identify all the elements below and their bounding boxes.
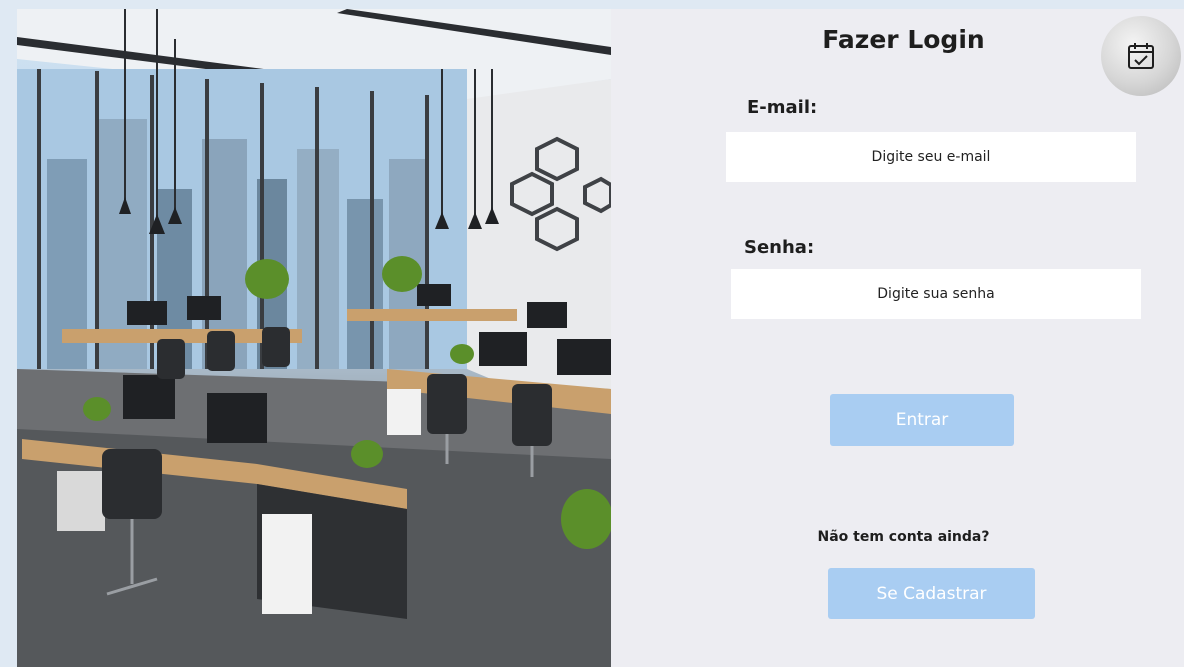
signup-prompt: Não tem conta ainda? (817, 529, 990, 545)
password-label: Senha: (744, 237, 815, 258)
password-input[interactable] (731, 269, 1141, 319)
office-hero-image (17, 9, 611, 667)
login-panel: Fazer Login E-mail: Senha: Entrar Não te… (611, 9, 1184, 667)
page-title: Fazer Login (822, 25, 985, 54)
office-illustration (17, 9, 611, 667)
calendar-badge[interactable] (1101, 16, 1181, 96)
email-label: E-mail: (747, 97, 818, 118)
calendar-check-icon (1128, 43, 1154, 69)
signup-button[interactable]: Se Cadastrar (828, 568, 1035, 619)
email-input[interactable] (726, 132, 1136, 182)
login-button[interactable]: Entrar (830, 394, 1014, 446)
